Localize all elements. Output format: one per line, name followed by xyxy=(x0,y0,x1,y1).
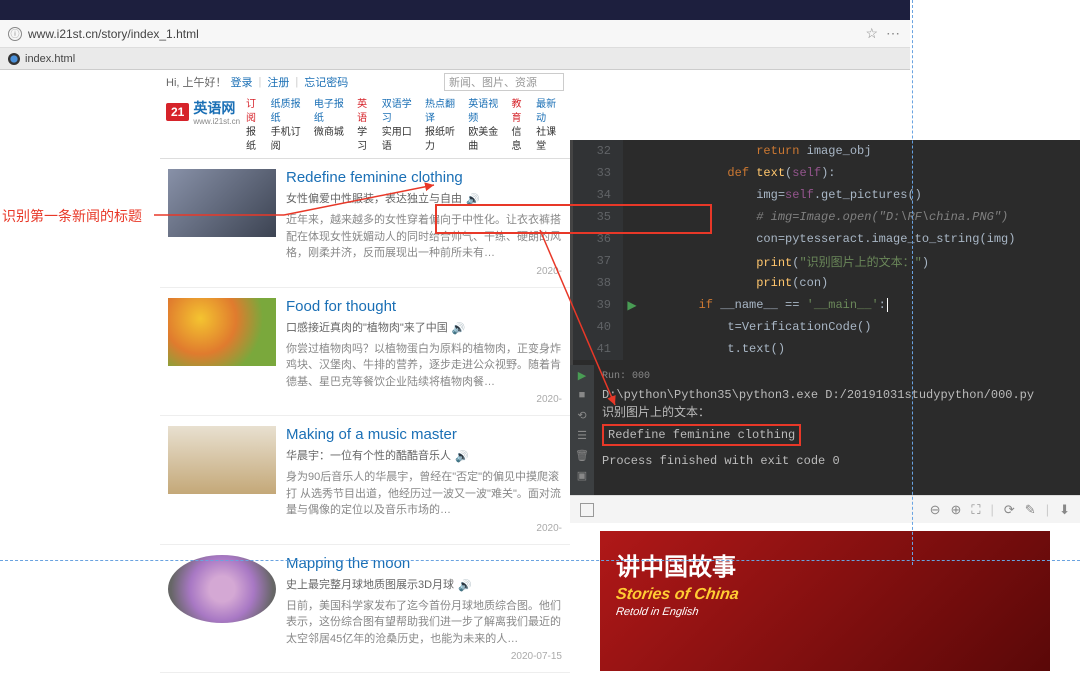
bookmark-icon[interactable]: ☆ xyxy=(865,25,878,42)
news-date: 2020-07-15 xyxy=(286,651,562,662)
code-line[interactable]: 34 img=self.get_pictures() xyxy=(573,184,1080,206)
stop-button[interactable]: ■ xyxy=(574,387,590,403)
logo-text: 英语网 xyxy=(193,100,235,116)
ad-en-text: Stories of China xyxy=(615,586,1036,604)
audio-icon[interactable]: 🔊 xyxy=(466,193,480,203)
browser-tabbar: index.html xyxy=(0,48,910,70)
ad-banner[interactable]: 讲中国故事 Stories of China Retold in English xyxy=(600,531,1050,671)
code-line[interactable]: 41 t.text() xyxy=(573,338,1080,360)
nav-item[interactable]: 电子报纸微商城 xyxy=(314,98,351,154)
news-subtitle: 口感接近真肉的"植物肉"来了中国 🔊 xyxy=(286,319,562,335)
logo-subtext: www.i21st.cn xyxy=(193,118,240,126)
code-line[interactable]: 40 t=VerificationCode() xyxy=(573,316,1080,338)
webpage-content: Hi, 上午好！ 登录 | 注册 | 忘记密码 新闻、图片、资源 21 英语网 … xyxy=(160,70,570,673)
news-title[interactable]: Mapping the moon xyxy=(286,555,562,572)
news-subtitle: 华晨宇：一位有个性的酷酷音乐人 🔊 xyxy=(286,447,562,463)
console-output[interactable]: Run: 000 D:\python\Python35\python3.exe … xyxy=(594,365,1080,495)
news-date: 2020- xyxy=(286,394,562,405)
browser-addressbar: ⓘ www.i21st.cn/story/index_1.html ☆ ⋯ xyxy=(0,20,910,48)
code-editor[interactable]: 32 return image_obj33 def text(self):34 … xyxy=(570,140,1080,365)
news-thumb xyxy=(168,426,276,494)
download-icon[interactable]: ⬇ xyxy=(1059,502,1070,518)
screen-button[interactable]: ▣ xyxy=(574,467,590,483)
nav-item[interactable]: 纸质报纸手机订阅 xyxy=(271,98,308,154)
greeting-text: Hi, 上午好！ xyxy=(166,74,227,90)
info-icon[interactable]: ⓘ xyxy=(8,27,22,41)
news-item[interactable]: Making of a music master 华晨宇：一位有个性的酷酷音乐人… xyxy=(160,416,570,545)
nav-item[interactable]: 热点翻译报纸听力 xyxy=(425,98,462,154)
layout-button[interactable]: ☰ xyxy=(574,427,590,443)
code-line[interactable]: 37 print("识别图片上的文本：") xyxy=(573,250,1080,272)
console-toolbar: ▶ ■ ⟲ ☰ 🗑 ▣ xyxy=(570,365,594,495)
zoomin-icon[interactable]: ⊕ xyxy=(950,502,961,518)
forgot-link[interactable]: 忘记密码 xyxy=(304,74,348,90)
nav-item[interactable]: 订阅报纸 xyxy=(246,98,265,154)
search-input[interactable]: 新闻、图片、资源 xyxy=(444,73,564,91)
run-label: Run: 000 xyxy=(602,369,1072,384)
console-line: 识别图片上的文本： xyxy=(602,404,1072,422)
run-button[interactable]: ▶ xyxy=(574,367,590,383)
news-thumb xyxy=(168,169,276,237)
news-desc: 日前，美国科学家发布了迄今首份月球地质综合图。他们表示，这份综合图有望帮助我们进… xyxy=(286,598,562,648)
tab-label[interactable]: index.html xyxy=(25,53,75,65)
zoomout-icon[interactable]: ⊖ xyxy=(930,502,941,518)
console-line: D:\python\Python35\python3.exe D:/201910… xyxy=(602,386,1072,404)
news-title[interactable]: Making of a music master xyxy=(286,426,562,443)
register-link[interactable]: 注册 xyxy=(267,74,289,90)
news-date: 2020- xyxy=(286,266,562,277)
nav-item[interactable]: 双语学习实用口语 xyxy=(382,98,419,154)
code-line[interactable]: 32 return image_obj xyxy=(573,140,1080,162)
code-line[interactable]: 39▶ if __name__ == '__main__': xyxy=(573,294,1080,316)
window-titlebar xyxy=(0,0,910,20)
audio-icon[interactable]: 🔊 xyxy=(458,579,472,589)
header-nav: 21 英语网 www.i21st.cn 订阅报纸纸质报纸手机订阅电子报纸微商城英… xyxy=(160,94,570,159)
thumbnail-icon[interactable] xyxy=(580,503,594,517)
refresh-icon[interactable]: ⟳ xyxy=(1004,502,1015,518)
site-logo[interactable]: 21 英语网 www.i21st.cn xyxy=(166,98,240,126)
expand-icon[interactable]: ⛶ xyxy=(971,502,980,518)
audio-icon[interactable]: 🔊 xyxy=(452,322,466,332)
guide-line xyxy=(912,0,913,565)
console-exit: Process finished with exit code 0 xyxy=(602,452,1072,470)
news-title[interactable]: Food for thought xyxy=(286,298,562,315)
news-desc: 你尝过植物肉吗？以植物蛋白为原料的植物肉，正变身炸鸡块、汉堡肉、牛排的营养，逐步… xyxy=(286,341,562,391)
tab-favicon xyxy=(8,53,20,65)
console-panel: ▶ ■ ⟲ ☰ 🗑 ▣ Run: 000 D:\python\Python35\… xyxy=(570,365,1080,495)
url-text[interactable]: www.i21st.cn/story/index_1.html xyxy=(28,27,865,41)
edit-icon[interactable]: ✎ xyxy=(1025,502,1036,518)
image-viewer-toolbar: ⊖ ⊕ ⛶ | ⟳ ✎ | ⬇ xyxy=(570,495,1080,523)
user-bar: Hi, 上午好！ 登录 | 注册 | 忘记密码 新闻、图片、资源 xyxy=(160,70,570,94)
news-item[interactable]: Mapping the moon 史上最完整月球地质图展示3D月球 🔊 日前，美… xyxy=(160,545,570,673)
console-result-highlight: Redefine feminine clothing xyxy=(602,424,801,446)
news-title[interactable]: Redefine feminine clothing xyxy=(286,169,562,186)
news-desc: 身为90后音乐人的华晨宇，曾经在"否定"的偏见中摸爬滚打 从选秀节目出道，他经历… xyxy=(286,469,562,519)
nav-item[interactable]: 最新动社课堂 xyxy=(536,98,564,154)
news-item[interactable]: Food for thought 口感接近真肉的"植物肉"来了中国 🔊 你尝过植… xyxy=(160,288,570,417)
nav-item[interactable]: 英语学习 xyxy=(357,98,376,154)
nav-item[interactable]: 英语视频欧美金曲 xyxy=(468,98,505,154)
audio-icon[interactable]: 🔊 xyxy=(455,450,469,460)
guide-line xyxy=(0,560,1080,561)
nav-item[interactable]: 教育信息 xyxy=(511,98,530,154)
first-news-highlight-box xyxy=(435,204,712,234)
news-date: 2020- xyxy=(286,523,562,534)
news-subtitle: 史上最完整月球地质图展示3D月球 🔊 xyxy=(286,576,562,592)
login-link[interactable]: 登录 xyxy=(231,74,253,90)
rerun-button[interactable]: ⟲ xyxy=(574,407,590,423)
code-line[interactable]: 38 print(con) xyxy=(573,272,1080,294)
annotation-label: 识别第一条新闻的标题 xyxy=(2,206,142,226)
code-line[interactable]: 33 def text(self): xyxy=(573,162,1080,184)
ad-en-sub: Retold in English xyxy=(615,606,1035,618)
menu-icon[interactable]: ⋯ xyxy=(886,25,902,42)
news-thumb xyxy=(168,298,276,366)
trash-button[interactable]: 🗑 xyxy=(574,447,590,463)
logo-badge: 21 xyxy=(166,103,189,121)
news-list: Redefine feminine clothing 女性偏爱中性服装，表达独立… xyxy=(160,159,570,673)
